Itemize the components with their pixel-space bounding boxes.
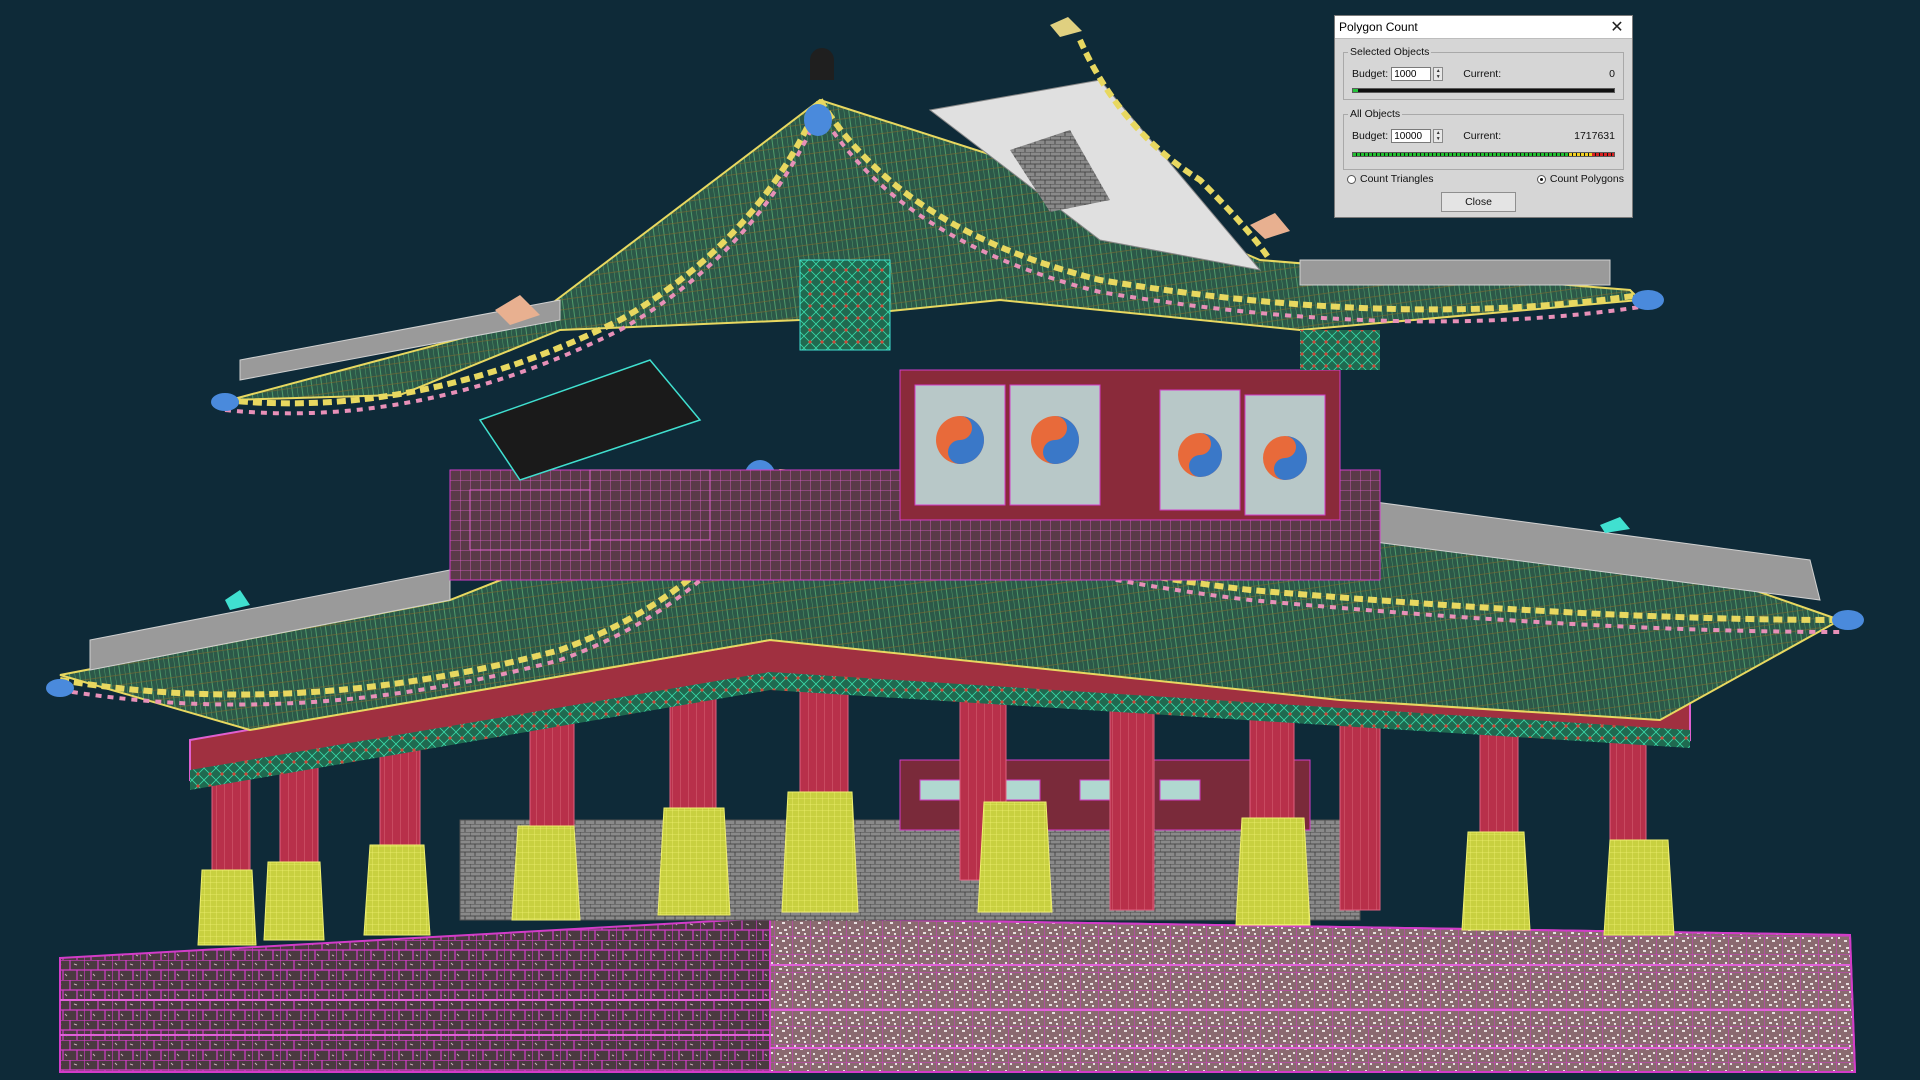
- all-current-label: Current:: [1463, 130, 1502, 142]
- selected-objects-row: Budget: ▲▼ Current: 0: [1352, 66, 1615, 82]
- count-mode-radio-group: Count Triangles Count Polygons: [1347, 172, 1624, 186]
- all-budget-spinner[interactable]: ▲ ▼: [1433, 129, 1444, 143]
- selected-objects-progress-bar: [1352, 88, 1615, 93]
- count-polygons-label[interactable]: Count Polygons: [1550, 173, 1624, 185]
- all-objects-row: Budget: ▲▼ Current: 1717631: [1352, 128, 1615, 144]
- selected-objects-progress-fill: [1353, 89, 1359, 92]
- count-triangles-radio[interactable]: [1347, 174, 1356, 184]
- all-objects-group: All Objects Budget: ▲▼ Current: 1717631: [1343, 108, 1624, 170]
- stone-platform: [59, 916, 1857, 1073]
- close-icon[interactable]: ✕: [1608, 18, 1626, 36]
- dialog-title: Polygon Count: [1339, 20, 1418, 34]
- selected-budget-spinner[interactable]: ▲ ▼: [1433, 67, 1444, 81]
- all-budget-label: Budget:: [1352, 130, 1389, 142]
- all-objects-progress-over-budget: [1592, 153, 1614, 156]
- all-objects-legend: All Objects: [1350, 108, 1401, 120]
- selected-budget-input[interactable]: [1391, 67, 1432, 81]
- count-polygons-radio[interactable]: [1536, 174, 1546, 184]
- selected-current-value: 0: [1609, 68, 1615, 80]
- all-objects-progress-bar: [1352, 152, 1615, 157]
- close-button[interactable]: Close: [1441, 192, 1516, 212]
- polygon-count-dialog: Polygon Count ✕ Selected Objects Budget:…: [1334, 15, 1633, 218]
- selected-current-label: Current:: [1463, 68, 1502, 80]
- all-budget-input[interactable]: [1391, 129, 1432, 143]
- selected-objects-legend: Selected Objects: [1350, 46, 1430, 58]
- count-triangles-label[interactable]: Count Triangles: [1360, 173, 1434, 185]
- inner-wall: [459, 759, 1361, 921]
- selected-budget-label: Budget:: [1352, 68, 1389, 80]
- all-current-value: 1717631: [1574, 130, 1615, 142]
- selected-objects-group: Selected Objects Budget: ▲▼ Current: 0: [1343, 46, 1624, 100]
- dialog-titlebar[interactable]: Polygon Count ✕: [1335, 16, 1632, 39]
